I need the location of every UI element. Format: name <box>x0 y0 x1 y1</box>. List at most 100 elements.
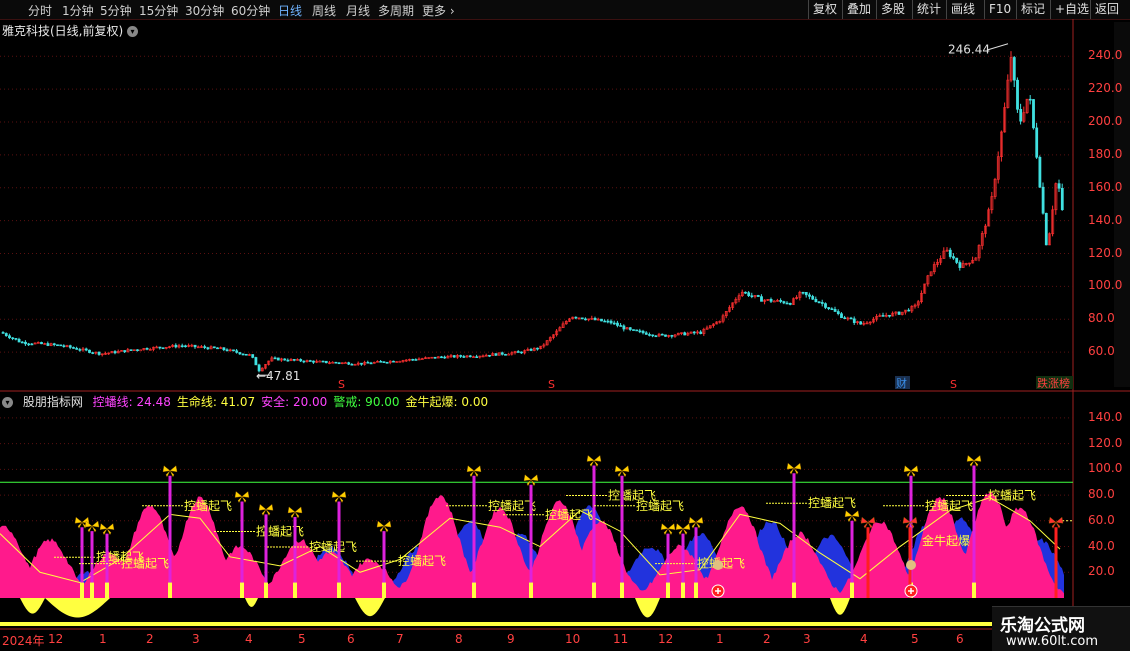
candle-body <box>1038 156 1042 188</box>
candle-body <box>948 249 952 257</box>
candle-body <box>24 341 27 345</box>
butterfly-icon <box>586 455 602 467</box>
indicator-axis-tick: 80.0 <box>1088 487 1115 502</box>
candle-body <box>500 352 504 355</box>
signal-stem-base <box>850 582 854 598</box>
butterfly-shape <box>614 465 630 478</box>
candle-body <box>382 361 386 363</box>
price-axis-tick: 180.0 <box>1088 146 1123 161</box>
signal-stem-base <box>293 582 297 598</box>
butterfly-shape <box>287 506 303 519</box>
candle-body <box>379 360 383 363</box>
candle-body <box>660 333 664 336</box>
date-label: 4 <box>860 632 868 646</box>
candle-body <box>852 318 856 323</box>
signal-label: 控蟠起飞 <box>988 488 1036 502</box>
candle-body <box>283 358 287 361</box>
date-label: 12 <box>48 632 64 646</box>
candle-body <box>699 331 703 334</box>
bottom-bar <box>0 622 1073 626</box>
candle-body <box>302 360 306 363</box>
candle-body <box>222 347 226 351</box>
signal-stem-base <box>382 582 386 598</box>
candle-body <box>830 308 834 311</box>
high-arrow <box>987 43 1009 51</box>
candle-body <box>59 344 63 347</box>
date-label: 3 <box>803 632 811 646</box>
candle-body <box>158 346 162 349</box>
indicator-axis-tick: 120.0 <box>1088 435 1123 450</box>
candle-body <box>907 309 911 312</box>
candle-body <box>1060 187 1064 210</box>
date-label: 8 <box>455 632 463 646</box>
butterfly-icon <box>675 523 691 536</box>
candle-body <box>20 341 24 344</box>
candle-body <box>651 334 655 337</box>
candle-body <box>27 343 31 346</box>
signal-stem-base <box>168 582 172 598</box>
candle-body <box>139 349 143 352</box>
date-label: 7 <box>396 632 404 646</box>
candle-body <box>628 327 632 330</box>
signal-label: 控蟠起飞 <box>545 508 593 522</box>
candle-body <box>123 350 127 353</box>
candle-body <box>808 294 811 297</box>
candle-body <box>11 337 15 340</box>
candle-body <box>1057 183 1061 189</box>
candle-body <box>398 361 402 363</box>
candle-body <box>113 351 117 354</box>
candle-body <box>411 358 415 361</box>
date-label: 4 <box>245 632 253 646</box>
candle-body <box>321 360 325 363</box>
watermark: 乐淘公式网 www.60lt.com <box>992 606 1130 651</box>
candle-body <box>817 301 821 304</box>
candle-body <box>1035 127 1039 158</box>
signal-stem-base <box>240 582 244 598</box>
candle-body <box>788 302 792 305</box>
candle-body <box>161 347 165 349</box>
candle-body <box>17 338 21 343</box>
money-bag-icon <box>906 560 916 570</box>
candle-body <box>635 329 639 332</box>
indicator-axis-tick: 20.0 <box>1088 564 1115 579</box>
signal-stem-base <box>337 582 341 598</box>
candle-body <box>347 362 351 365</box>
candle-body <box>433 356 437 359</box>
candle-body <box>1044 212 1048 246</box>
date-label: 1 <box>716 632 724 646</box>
candle-body <box>612 322 616 325</box>
candle-body <box>494 353 498 356</box>
signal-label: 控蟠起飞 <box>636 499 684 513</box>
candle-body <box>833 309 837 312</box>
candle-body <box>286 359 290 362</box>
candle-body <box>62 345 66 347</box>
butterfly-shape <box>523 474 539 487</box>
candle-body <box>136 349 139 352</box>
indicator-axis-tick: 60.0 <box>1088 512 1115 527</box>
candle-body <box>4 333 8 337</box>
candle-body <box>459 355 463 357</box>
red-butterfly-icon <box>1048 516 1064 529</box>
butterfly-icon <box>258 503 274 516</box>
signal-stem-base <box>105 582 109 598</box>
date-label: 10 <box>565 632 581 646</box>
butterfly-shape <box>660 523 676 536</box>
candle-body <box>212 346 216 349</box>
butterfly-shape <box>903 465 919 478</box>
candle-body <box>814 298 818 303</box>
candle-body <box>1 332 5 334</box>
butterfly-icon <box>903 465 919 478</box>
chart-canvas: 246.44←47.81S S S财 跌涨榜控蟠起飞控蟠起飞控蟠起飞控蟠起飞控蟠起飞控… <box>0 19 1130 630</box>
watermark-url: www.60lt.com <box>1006 634 1098 649</box>
butterfly-icon <box>523 474 539 487</box>
candle-body <box>574 316 578 319</box>
candle-body <box>779 300 783 302</box>
candle-body <box>1028 98 1032 101</box>
date-label: 2 <box>146 632 154 646</box>
butterfly-icon <box>966 455 982 467</box>
candle-body <box>14 338 18 340</box>
low-price-label: ←47.81 <box>256 369 300 383</box>
signal-stem-base <box>592 582 596 598</box>
butterfly-icon <box>688 516 704 529</box>
butterfly-shape <box>99 523 115 536</box>
